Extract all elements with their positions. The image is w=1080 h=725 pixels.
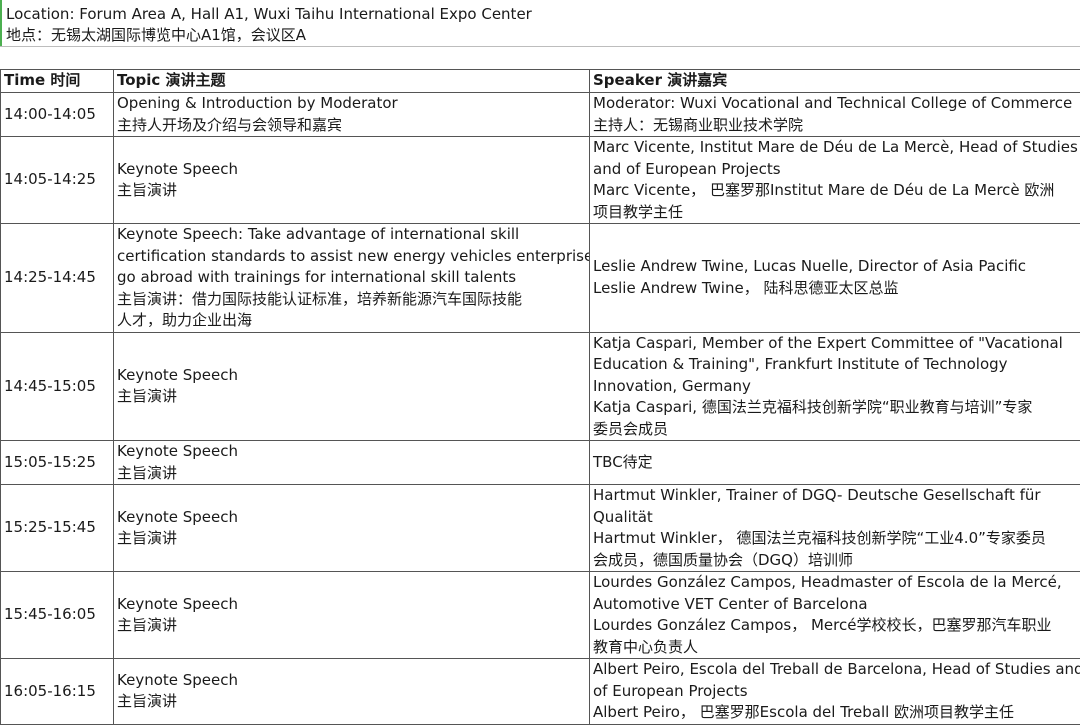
speaker-cell: Albert Peiro, Escola del Treball de Barc… bbox=[590, 659, 1080, 725]
topic-cell: Opening & Introduction by Moderator主持人开场… bbox=[114, 93, 590, 137]
time-cell: 14:05-14:25 bbox=[1, 137, 114, 224]
header-topic: Topic 演讲主题 bbox=[114, 70, 590, 93]
speaker-line: Innovation, Germany bbox=[593, 376, 1080, 398]
topic-cell: Keynote Speech主旨演讲 bbox=[114, 441, 590, 485]
speaker-line: Marc Vicente, Institut Mare de Déu de La… bbox=[593, 137, 1080, 159]
time-cell: 14:45-15:05 bbox=[1, 332, 114, 441]
topic-line: 主旨演讲 bbox=[117, 180, 589, 202]
time-cell: 14:00-14:05 bbox=[1, 93, 114, 137]
speaker-line: 项目教学主任 bbox=[593, 202, 1080, 224]
speaker-line: Hartmut Winkler， 德国法兰克福科技创新学院“工业4.0”专家委员 bbox=[593, 528, 1080, 550]
speaker-line: Katja Caspari, Member of the Expert Comm… bbox=[593, 333, 1080, 355]
topic-line: Keynote Speech bbox=[117, 159, 589, 181]
speaker-cell: Lourdes González Campos, Headmaster of E… bbox=[590, 572, 1080, 659]
agenda-body: 14:00-14:05Opening & Introduction by Mod… bbox=[1, 93, 1080, 725]
speaker-line: 委员会成员 bbox=[593, 419, 1080, 441]
topic-line: Keynote Speech bbox=[117, 670, 589, 692]
topic-line: 主旨演讲 bbox=[117, 463, 589, 485]
topic-line: 主旨演讲 bbox=[117, 691, 589, 713]
speaker-line: 教育中心负责人 bbox=[593, 637, 1080, 659]
time-cell: 15:45-16:05 bbox=[1, 572, 114, 659]
speaker-line: Lourdes González Campos, Headmaster of E… bbox=[593, 572, 1080, 594]
speaker-cell: Marc Vicente, Institut Mare de Déu de La… bbox=[590, 137, 1080, 224]
location-chinese: 地点：无锡太湖国际博览中心A1馆，会议区A bbox=[6, 25, 1078, 46]
speaker-line: TBC待定 bbox=[593, 452, 1080, 474]
speaker-cell: Moderator: Wuxi Vocational and Technical… bbox=[590, 93, 1080, 137]
topic-line: 人才，助力企业出海 bbox=[117, 310, 589, 332]
topic-cell: Keynote Speech主旨演讲 bbox=[114, 572, 590, 659]
speaker-line: Lourdes González Campos， Mercé学校校长，巴塞罗那汽… bbox=[593, 615, 1080, 637]
topic-line: Keynote Speech bbox=[117, 507, 589, 529]
topic-cell: Keynote Speech: Take advantage of intern… bbox=[114, 224, 590, 333]
topic-cell: Keynote Speech主旨演讲 bbox=[114, 485, 590, 572]
table-row: 15:45-16:05Keynote Speech主旨演讲Lourdes Gon… bbox=[1, 572, 1080, 659]
table-row: 14:00-14:05Opening & Introduction by Mod… bbox=[1, 93, 1080, 137]
header-speaker: Speaker 演讲嘉宾 bbox=[590, 70, 1080, 93]
speaker-line: Katja Caspari, 德国法兰克福科技创新学院“职业教育与培训”专家 bbox=[593, 397, 1080, 419]
speaker-line: Marc Vicente， 巴塞罗那Institut Mare de Déu d… bbox=[593, 180, 1080, 202]
topic-line: 主旨演讲：借力国际技能认证标准，培养新能源汽车国际技能 bbox=[117, 289, 589, 311]
topic-line: Keynote Speech bbox=[117, 441, 589, 463]
speaker-line: Education & Training", Frankfurt Institu… bbox=[593, 354, 1080, 376]
speaker-line: Leslie Andrew Twine， 陆科思德亚太区总监 bbox=[593, 278, 1080, 300]
table-row: 14:45-15:05Keynote Speech主旨演讲Katja Caspa… bbox=[1, 332, 1080, 441]
table-row: 15:25-15:45Keynote Speech主旨演讲Hartmut Win… bbox=[1, 485, 1080, 572]
table-row: 14:25-14:45Keynote Speech: Take advantag… bbox=[1, 224, 1080, 333]
location-block: Location: Forum Area A, Hall A1, Wuxi Ta… bbox=[0, 0, 1078, 46]
speaker-line: 主持人：无锡商业职业技术学院 bbox=[593, 115, 1080, 137]
topic-line: Keynote Speech bbox=[117, 594, 589, 616]
table-row: 16:05-16:15Keynote Speech主旨演讲Albert Peir… bbox=[1, 659, 1080, 725]
location-english: Location: Forum Area A, Hall A1, Wuxi Ta… bbox=[6, 4, 1078, 25]
time-cell: 14:25-14:45 bbox=[1, 224, 114, 333]
speaker-line: Automotive VET Center of Barcelona bbox=[593, 594, 1080, 616]
speaker-cell: Katja Caspari, Member of the Expert Comm… bbox=[590, 332, 1080, 441]
topic-line: go abroad with trainings for internation… bbox=[117, 267, 589, 289]
speaker-line: of European Projects bbox=[593, 681, 1080, 703]
speaker-cell: Hartmut Winkler, Trainer of DGQ- Deutsch… bbox=[590, 485, 1080, 572]
topic-line: certification standards to assist new en… bbox=[117, 246, 589, 268]
table-row: 14:05-14:25Keynote Speech主旨演讲Marc Vicent… bbox=[1, 137, 1080, 224]
table-row: 15:05-15:25Keynote Speech主旨演讲TBC待定 bbox=[1, 441, 1080, 485]
topic-cell: Keynote Speech主旨演讲 bbox=[114, 137, 590, 224]
speaker-line: Albert Peiro, Escola del Treball de Barc… bbox=[593, 659, 1080, 681]
divider bbox=[0, 46, 1080, 47]
topic-cell: Keynote Speech主旨演讲 bbox=[114, 332, 590, 441]
topic-line: Keynote Speech bbox=[117, 365, 589, 387]
speaker-cell: TBC待定 bbox=[590, 441, 1080, 485]
speaker-line: and of European Projects bbox=[593, 159, 1080, 181]
speaker-line: Leslie Andrew Twine, Lucas Nuelle, Direc… bbox=[593, 256, 1080, 278]
topic-line: 主旨演讲 bbox=[117, 386, 589, 408]
topic-cell: Keynote Speech主旨演讲 bbox=[114, 659, 590, 725]
speaker-cell: Leslie Andrew Twine, Lucas Nuelle, Direc… bbox=[590, 224, 1080, 333]
topic-line: Keynote Speech: Take advantage of intern… bbox=[117, 224, 589, 246]
topic-line: 主旨演讲 bbox=[117, 615, 589, 637]
agenda-table: Time 时间 Topic 演讲主题 Speaker 演讲嘉宾 14:00-14… bbox=[0, 69, 1080, 725]
speaker-line: Moderator: Wuxi Vocational and Technical… bbox=[593, 93, 1080, 115]
time-cell: 15:25-15:45 bbox=[1, 485, 114, 572]
header-time: Time 时间 bbox=[1, 70, 114, 93]
time-cell: 16:05-16:15 bbox=[1, 659, 114, 725]
header-row: Time 时间 Topic 演讲主题 Speaker 演讲嘉宾 bbox=[1, 70, 1080, 93]
speaker-line: Albert Peiro， 巴塞罗那Escola del Treball 欧洲项… bbox=[593, 702, 1080, 724]
speaker-line: Hartmut Winkler, Trainer of DGQ- Deutsch… bbox=[593, 485, 1080, 507]
topic-line: 主旨演讲 bbox=[117, 528, 589, 550]
topic-line: 主持人开场及介绍与会领导和嘉宾 bbox=[117, 115, 589, 137]
time-cell: 15:05-15:25 bbox=[1, 441, 114, 485]
topic-line: Opening & Introduction by Moderator bbox=[117, 93, 589, 115]
speaker-line: Qualität bbox=[593, 507, 1080, 529]
speaker-line: 会成员，德国质量协会（DGQ）培训师 bbox=[593, 550, 1080, 572]
